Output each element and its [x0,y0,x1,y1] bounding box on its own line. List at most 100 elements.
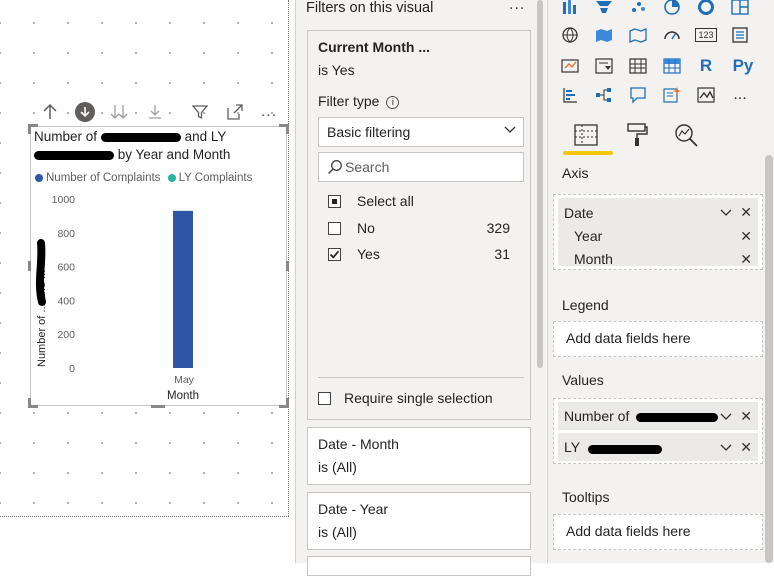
table-icon[interactable] [626,55,650,77]
filter-search-input[interactable]: Search [318,152,524,182]
divider [318,377,524,378]
go-next-level-icon[interactable] [107,100,131,124]
chevron-down-icon[interactable] [720,441,732,456]
y-tick-label: 800 [57,228,75,240]
more-visuals-icon[interactable]: ... [728,84,752,106]
visualizations-pane: 123 R Py ... Axis Date ✕ Year ✕ Month ✕ … [547,0,774,563]
value-field-ly-complaints[interactable]: LY ✕ [558,433,758,461]
tooltips-section-label: Tooltips [562,489,610,505]
remove-field-icon[interactable]: ✕ [740,439,752,456]
filter-option-yes[interactable]: Yes 31 [328,246,510,264]
card-icon[interactable]: 123 [694,24,718,46]
resize-handle[interactable] [28,398,31,408]
fields-tab-icon[interactable] [569,118,603,152]
option-count: 31 [494,246,510,262]
smart-narrative-icon[interactable] [660,84,684,106]
filter-card-current-month[interactable]: Current Month ... is Yes Filter type i B… [307,30,531,420]
resize-handle[interactable] [28,124,31,134]
resize-handle[interactable] [286,124,289,134]
chevron-down-icon[interactable] [720,410,732,425]
resize-handle[interactable] [286,261,289,271]
filter-card-state: is Yes [318,62,355,78]
filter-card-date-year[interactable]: Date - Year is (All) [307,492,531,550]
chevron-down-icon [504,123,516,138]
remove-field-icon[interactable]: ✕ [740,408,752,425]
checkbox-unchecked[interactable] [318,392,331,405]
arcgis-map-icon[interactable] [694,84,718,106]
filter-card-date-month[interactable]: Date - Month is (All) [307,427,531,485]
filter-card-partial[interactable] [307,556,531,576]
pie-chart-icon[interactable] [660,0,684,18]
shape-map-icon[interactable] [626,24,650,46]
filter-card-title: Date - Year [318,501,389,517]
filter-option-select-all[interactable]: Select all [328,193,510,211]
filter-option-no[interactable]: No 329 [328,220,510,238]
drill-up-icon[interactable] [38,100,62,124]
chevron-down-icon[interactable] [720,206,732,221]
option-label: No [357,220,375,236]
option-count: 329 [486,220,510,236]
title-text: and LY [184,129,227,144]
chart-legend: Number of Complaints LY Complaints [35,172,252,184]
field-name: Number of [564,408,630,424]
axis-field-date[interactable]: Date ✕ Year ✕ Month ✕ [558,198,758,268]
slicer-icon[interactable] [592,55,616,77]
multi-row-card-icon[interactable] [728,24,752,46]
redaction-mark [636,413,718,422]
checkbox-partial[interactable] [328,195,341,208]
tooltips-field-well[interactable]: Add data fields here [553,514,763,550]
qna-icon[interactable] [626,84,650,106]
gauge-icon[interactable] [660,24,684,46]
resize-handle[interactable] [151,405,165,408]
values-field-well[interactable]: Number of ✕ LY ✕ [553,398,763,464]
funnel-chart-icon[interactable] [592,0,616,18]
clustered-column-chart-visual[interactable]: Number of and LY by Year and Month Numbe… [28,124,289,408]
analytics-magnifier-icon[interactable] [669,118,703,152]
y-tick-label: 0 [69,363,75,375]
require-single-selection-toggle[interactable]: Require single selection [318,390,528,408]
python-visual-icon[interactable]: Py [728,55,758,77]
stacked-column-chart-icon[interactable] [558,0,582,18]
key-influencers-icon[interactable] [558,84,582,106]
visualizations-scrollbar[interactable] [765,155,773,563]
resize-handle[interactable] [286,398,289,408]
legend-field-well[interactable]: Add data fields here [553,321,763,357]
x-tick-label: May [174,374,195,386]
filters-scrollbar[interactable] [537,0,543,368]
r-script-visual-icon[interactable]: R [694,55,718,77]
kpi-icon[interactable] [558,55,582,77]
legend-placeholder: Add data fields here [566,330,691,346]
format-paint-roller-icon[interactable] [620,118,654,152]
value-field-number-of-complaints[interactable]: Number of ✕ [558,402,758,430]
filled-map-icon[interactable] [592,24,616,46]
decomposition-tree-icon[interactable] [592,84,616,106]
hierarchy-level: Year [574,228,603,244]
more-options-icon[interactable]: ... [257,100,281,124]
more-options-icon[interactable]: ... [509,0,525,14]
treemap-icon[interactable] [728,0,752,18]
filter-type-text: Filter type [318,93,380,109]
checkbox-unchecked[interactable] [328,222,341,235]
remove-field-icon[interactable]: ✕ [740,251,752,268]
drill-mode-icon[interactable] [75,102,95,122]
visual-title: Number of and LY by Year and Month [34,128,274,164]
remove-field-icon[interactable]: ✕ [740,204,752,221]
donut-chart-icon[interactable] [694,0,718,18]
filter-type-dropdown[interactable]: Basic filtering [318,117,524,147]
remove-field-icon[interactable]: ✕ [740,228,752,245]
info-icon[interactable]: i [386,95,400,109]
filter-icon[interactable] [188,100,212,124]
axis-field-well[interactable]: Date ✕ Year ✕ Month ✕ [553,194,763,270]
matrix-icon[interactable] [660,55,684,77]
focus-mode-icon[interactable] [223,100,247,124]
expand-next-level-icon[interactable] [143,100,167,124]
globe-map-icon[interactable] [558,24,582,46]
redaction-mark [100,132,181,142]
filter-type-value: Basic filtering [327,124,411,140]
report-canvas[interactable]: ... Number of and LY by Year and Month N… [0,0,294,563]
active-tab-indicator [563,151,613,155]
scatter-chart-icon[interactable] [626,0,650,18]
filter-type-label: Filter type i [318,93,400,109]
x-axis-title: Month [167,390,199,402]
checkbox-checked[interactable] [328,248,341,261]
